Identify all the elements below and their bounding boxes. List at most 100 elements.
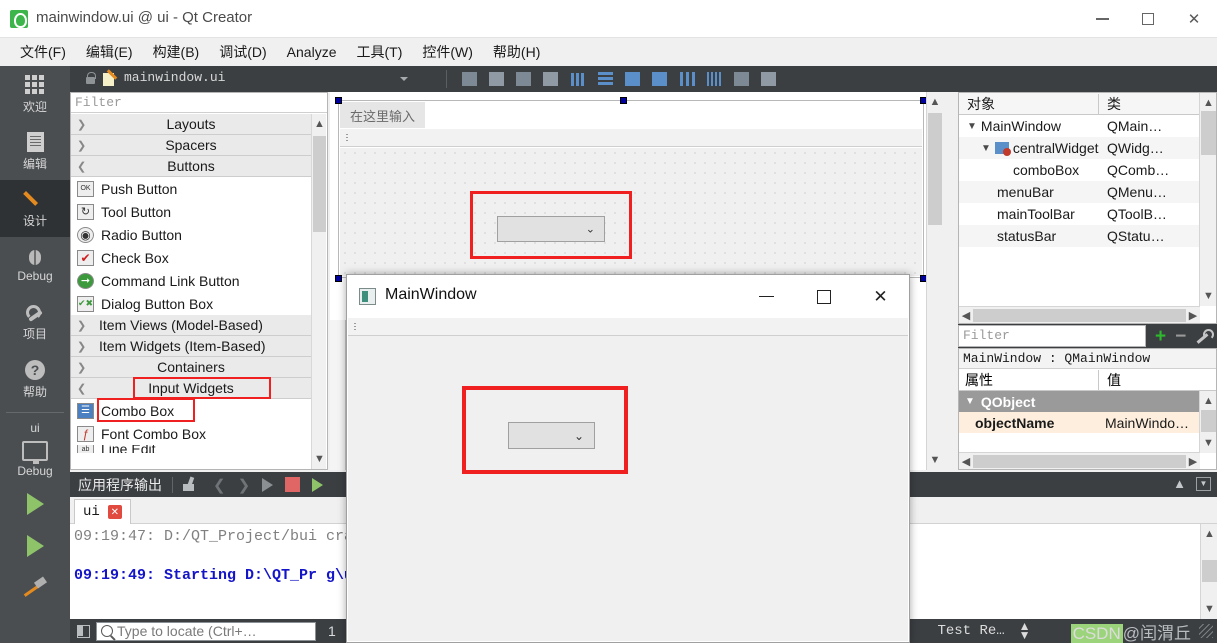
plus-icon[interactable]: + [1155,327,1166,346]
build-button[interactable] [0,567,70,609]
output-scrollbar[interactable]: ▲ ▼ [1200,524,1217,619]
next-icon[interactable]: ❯ [238,476,251,494]
chevron-down-icon[interactable] [400,77,408,81]
chevron-up-icon[interactable]: ▲ [1173,476,1186,491]
property-editor-vscrollbar[interactable]: ▲ ▼ [1199,391,1216,453]
scrollbar-thumb[interactable] [928,113,942,225]
scroll-left-icon[interactable]: ◀ [959,453,973,470]
menu-analyze[interactable]: Analyze [277,41,347,63]
minimize-button[interactable] [1079,0,1125,38]
stop-icon[interactable] [285,477,301,492]
kit-selector[interactable]: Debug [0,435,70,483]
menu-file[interactable]: 文件(F) [10,39,76,65]
minimize-button[interactable] [738,275,795,318]
table-row[interactable]: statusBar QStatu… [959,225,1216,247]
table-row[interactable]: menuBar QMenu… [959,181,1216,203]
mode-debug[interactable]: Debug [0,237,70,294]
widget-box-scrollbar[interactable]: ▲ ▼ [311,114,326,469]
central-widget-area[interactable]: ⌄ [340,148,922,276]
menu-help[interactable]: 帮助(H) [483,39,550,65]
table-row[interactable]: ▼ centralWidget QWidg… [959,137,1216,159]
output-tab-ui[interactable]: ui ✕ [74,499,131,524]
scroll-down-icon[interactable]: ▼ [1200,433,1217,453]
menu-widgets[interactable]: 控件(W) [412,39,483,65]
widget-category-containers[interactable]: ❯ Containers [71,357,311,378]
widget-category-item-widgets[interactable]: ❯ Item Widgets (Item-Based) [71,336,311,357]
clear-icon[interactable] [183,477,201,493]
canvas-scrollbar[interactable]: ▲ ▼ [926,92,942,470]
close-icon[interactable]: ✕ [107,505,122,519]
chevron-down-icon[interactable]: ▼ [967,121,977,132]
scroll-down-icon[interactable]: ▼ [312,449,327,469]
layout-vertically-icon[interactable] [598,72,613,86]
table-row[interactable]: mainToolBar QToolB… [959,203,1216,225]
scroll-down-icon[interactable]: ▼ [927,450,943,470]
mode-projects[interactable]: 项目 [0,294,70,351]
run-green-icon[interactable] [312,477,324,492]
layout-splitter-h-icon[interactable] [625,72,640,86]
widget-item-font-combo-box[interactable]: ƒ Font Combo Box [71,422,311,445]
widget-category-spacers[interactable]: ❯ Spacers [71,135,311,156]
selection-handle[interactable] [620,97,627,104]
run-button[interactable] [0,483,70,525]
preview-tool-bar[interactable] [348,318,908,336]
widget-filter-input[interactable]: Filter [71,93,327,113]
scroll-up-icon[interactable]: ▲ [1200,391,1217,411]
scrollbar-thumb[interactable] [1201,111,1216,155]
menu-edit[interactable]: 编辑(E) [76,39,143,65]
scroll-up-icon[interactable]: ▲ [1200,93,1217,113]
widget-item-command-link-button[interactable]: ➞ Command Link Button [71,269,311,292]
scrollbar-thumb[interactable] [313,136,326,232]
property-group-qobject[interactable]: ▼ QObject [959,391,1216,412]
table-row[interactable]: objectName MainWindo… [959,412,1216,433]
layout-form-icon[interactable] [680,72,695,86]
preview-central-widget[interactable]: ⌄ [348,336,908,641]
break-layout-icon[interactable] [489,72,504,86]
widget-item-dialog-button-box[interactable]: ✔✖ Dialog Button Box [71,292,311,315]
sidebar-toggle-icon[interactable] [70,619,96,643]
adjust-size-icon[interactable] [462,72,477,86]
scroll-up-icon[interactable]: ▲ [927,92,943,112]
layout-splitter-v-icon[interactable] [652,72,667,86]
run-icon[interactable] [262,477,274,492]
break-grid-icon[interactable] [734,72,749,86]
widget-category-layouts[interactable]: ❯ Layouts [71,114,311,135]
scrollbar-thumb[interactable] [973,308,1186,322]
scroll-right-icon[interactable]: ▶ [1186,453,1200,470]
scrollbar-thumb[interactable] [973,454,1186,468]
tool-bar-placeholder[interactable] [340,129,922,147]
maximize-button[interactable] [1125,0,1171,38]
up-down-icon[interactable]: ▲ ▼ [1019,620,1031,641]
search-input[interactable]: Type to locate (Ctrl+… [96,621,316,641]
chevron-down-icon[interactable]: ▼ [981,143,991,154]
layout-grid-icon[interactable] [707,72,722,86]
widget-item-radio-button[interactable]: ◉ Radio Button [71,223,311,246]
widget-category-buttons[interactable]: ❮ Buttons [71,156,311,177]
mode-help[interactable]: ? 帮助 [0,351,70,408]
designed-form[interactable]: 在这里输入 ⌄ [338,100,924,278]
layout-horizontally-icon[interactable] [571,73,585,86]
lock-icon[interactable] [86,72,96,84]
minus-icon[interactable]: − [1175,327,1186,346]
menu-bar-placeholder[interactable]: 在这里输入 [340,102,426,128]
object-inspector-vscrollbar[interactable]: ▲ ▼ [1199,93,1216,306]
menu-build[interactable]: 构建(B) [143,39,210,65]
scroll-right-icon[interactable]: ▶ [1186,307,1200,324]
widget-category-item-views[interactable]: ❯ Item Views (Model-Based) [71,315,311,336]
widget-item-check-box[interactable]: ✔ Check Box [71,246,311,269]
wrench-icon[interactable] [1195,328,1215,344]
maximize-button[interactable] [795,275,852,318]
prev-icon[interactable]: ❮ [213,476,226,494]
edit-signals-icon[interactable] [516,72,531,86]
mode-welcome[interactable]: 欢迎 [0,66,70,123]
selection-handle[interactable] [335,275,342,282]
scroll-up-icon[interactable]: ▲ [312,114,327,134]
scroll-down-icon[interactable]: ▼ [1200,286,1217,306]
widget-item-push-button[interactable]: OK Push Button [71,177,311,200]
scrollbar-thumb[interactable] [1202,560,1217,582]
scroll-left-icon[interactable]: ◀ [959,307,973,324]
menu-tools[interactable]: 工具(T) [346,39,412,65]
widget-item-tool-button[interactable]: ↻ Tool Button [71,200,311,223]
object-inspector-hscrollbar[interactable]: ◀ ▶ [959,306,1200,323]
table-row[interactable]: comboBox QComb… [959,159,1216,181]
